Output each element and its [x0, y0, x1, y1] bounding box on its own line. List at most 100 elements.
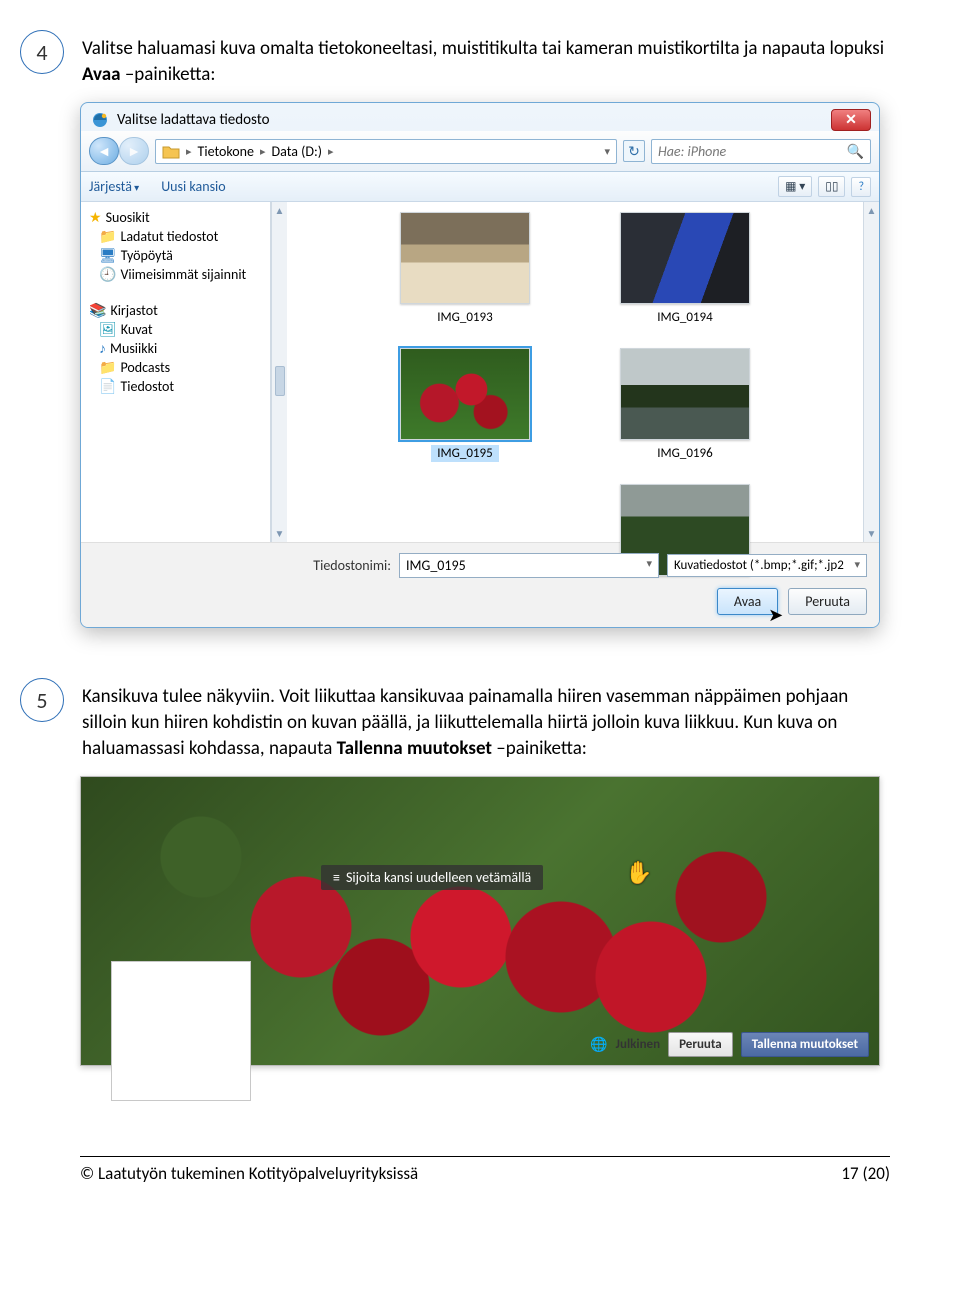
scroll-thumb[interactable] [275, 366, 285, 396]
ie-icon [91, 111, 109, 129]
desktop-icon: 🖥 [99, 247, 117, 264]
drag-icon: ≡ [333, 869, 338, 886]
step4-bold: Avaa [82, 63, 121, 86]
thumb-image [620, 348, 750, 440]
tree-label: Musiikki [110, 340, 157, 357]
step-number-4: 4 [20, 30, 64, 74]
search-icon: 🔍 [847, 143, 864, 160]
tree-desktop[interactable]: 🖥Työpöytä [99, 246, 266, 265]
tree-scrollbar[interactable]: ▲ ▼ [271, 202, 287, 542]
thumb-image [620, 212, 750, 304]
library-icon: 📚 [89, 302, 106, 319]
view-mode-button[interactable]: ▦ ▾ [778, 176, 812, 197]
scroll-down-icon[interactable]: ▼ [275, 527, 285, 540]
breadcrumb[interactable]: ▸ Tietokone ▸ Data (D:) ▸ ▾ [155, 139, 617, 164]
folder-icon: 📁 [99, 359, 116, 376]
step4-text: Valitse haluamasi kuva omalta tietokonee… [82, 30, 890, 87]
tree-files[interactable]: 📄Tiedostot [99, 377, 266, 396]
document-icon: 📄 [99, 378, 116, 395]
step-number-5: 5 [20, 678, 64, 722]
open-button-label: Avaa [734, 593, 761, 610]
folder-icon: 📁 [99, 228, 116, 245]
tree-label: Ladatut tiedostot [120, 228, 218, 245]
filename-label: Tiedostonimi: [313, 557, 391, 574]
chevron-down-icon[interactable]: ▾ [646, 557, 652, 574]
tree-libraries[interactable]: 📚Kirjastot [89, 301, 266, 320]
nav-forward-button[interactable]: ► [119, 137, 149, 165]
tree-label: Tiedostot [120, 378, 174, 395]
folder-icon [162, 144, 180, 159]
chevron-right-icon: ▸ [186, 145, 192, 158]
pictures-icon: 🖼 [99, 321, 117, 338]
cover-preview[interactable]: ≡ Sijoita kansi uudelleen vetämällä ✋ 🌐 … [80, 776, 880, 1066]
cover-save-button[interactable]: Tallenna muutokset [741, 1032, 869, 1057]
main-scrollbar[interactable]: ▲ ▼ [863, 202, 879, 542]
scroll-down-icon[interactable]: ▼ [867, 527, 877, 540]
preview-pane-button[interactable]: ▯▯ [818, 176, 845, 197]
cancel-button[interactable]: Peruuta [788, 588, 867, 615]
filetype-select[interactable]: Kuvatiedostot (*.bmp;*.gif;*.jp2 ▾ [667, 554, 867, 577]
recent-icon: 🕘 [99, 266, 116, 283]
file-thumb-selected[interactable]: IMG_0195 [375, 348, 555, 478]
breadcrumb-dropdown-icon[interactable]: ▾ [604, 145, 610, 158]
filename-value: IMG_0195 [406, 557, 466, 574]
close-button[interactable]: ✕ [831, 109, 871, 131]
file-open-dialog: Valitse ladattava tiedosto ✕ ◄ ► ▸ Tieto… [80, 102, 880, 628]
thumb-image [400, 212, 530, 304]
search-input[interactable]: Hae: iPhone 🔍 [651, 139, 871, 164]
step4-post: –painiketta: [121, 63, 216, 86]
step4-pre: Valitse haluamasi kuva omalta tietokonee… [82, 37, 884, 60]
file-thumb[interactable]: IMG_0194 [595, 212, 775, 342]
breadcrumb-seg2[interactable]: Data (D:) [272, 143, 322, 160]
music-icon: ♪ [99, 340, 106, 357]
dialog-navbar: ◄ ► ▸ Tietokone ▸ Data (D:) ▸ ▾ ↻ Hae: i… [81, 131, 879, 172]
step5-text: Kansikuva tulee näkyviin. Voit liikuttaa… [82, 678, 890, 761]
tree-label: Työpöytä [121, 247, 173, 264]
thumb-caption: IMG_0196 [651, 445, 718, 462]
tree-music[interactable]: ♪Musiikki [99, 339, 266, 358]
thumbnail-grid: IMG_0193 IMG_0194 IMG_0195 IMG_0196 [287, 202, 863, 542]
chevron-right-icon: ▸ [328, 145, 334, 158]
page-footer: © Laatutyön tukeminen Kotityöpalveluyrit… [80, 1156, 890, 1184]
hand-cursor-icon: ✋ [625, 859, 652, 886]
tree-pictures[interactable]: 🖼Kuvat [99, 320, 266, 339]
help-button[interactable]: ? [851, 177, 871, 197]
overlay-text: Sijoita kansi uudelleen vetämällä [346, 869, 531, 886]
filetype-value: Kuvatiedostot (*.bmp;*.gif;*.jp2 [674, 558, 844, 573]
tree-favorites[interactable]: ★Suosikit [89, 208, 266, 227]
organize-menu[interactable]: Järjestä [89, 178, 139, 195]
profile-picture-slot[interactable] [111, 961, 251, 1101]
privacy-label: Julkinen [616, 1037, 660, 1052]
folder-tree: ★Suosikit 📁Ladatut tiedostot 🖥Työpöytä 🕘… [81, 202, 271, 542]
star-icon: ★ [89, 209, 102, 226]
tree-label: Suosikit [106, 209, 150, 226]
dialog-toolbar: Järjestä Uusi kansio ▦ ▾ ▯▯ ? [81, 172, 879, 202]
reposition-overlay: ≡ Sijoita kansi uudelleen vetämällä [321, 865, 543, 890]
filename-input[interactable]: IMG_0195 ▾ [399, 553, 659, 578]
footer-right: 17 (20) [841, 1163, 890, 1184]
open-button[interactable]: Avaa ➤ [717, 588, 778, 615]
thumb-caption: IMG_0195 [431, 445, 498, 462]
thumb-caption: IMG_0194 [651, 309, 718, 326]
tree-label: Kuvat [121, 321, 153, 338]
thumb-image [400, 348, 530, 440]
file-thumb[interactable]: IMG_0196 [595, 348, 775, 478]
scroll-up-icon[interactable]: ▲ [867, 204, 877, 217]
tree-downloads[interactable]: 📁Ladatut tiedostot [99, 227, 266, 246]
new-folder-button[interactable]: Uusi kansio [161, 178, 225, 195]
tree-recent[interactable]: 🕘Viimeisimmät sijainnit [99, 265, 266, 284]
chevron-down-icon[interactable]: ▾ [854, 558, 860, 573]
footer-left: © Laatutyön tukeminen Kotityöpalveluyrit… [80, 1163, 418, 1184]
thumb-caption: IMG_0193 [431, 309, 498, 326]
refresh-button[interactable]: ↻ [623, 140, 645, 162]
tree-label: Podcasts [120, 359, 170, 376]
tree-podcasts[interactable]: 📁Podcasts [99, 358, 266, 377]
cover-cancel-button[interactable]: Peruuta [668, 1032, 733, 1057]
breadcrumb-seg1[interactable]: Tietokone [198, 143, 254, 160]
nav-back-button[interactable]: ◄ [89, 137, 119, 165]
cursor-icon: ➤ [768, 604, 783, 626]
dialog-titlebar: Valitse ladattava tiedosto ✕ [81, 103, 879, 131]
file-thumb[interactable]: IMG_0193 [375, 212, 555, 342]
chevron-right-icon: ▸ [260, 145, 266, 158]
scroll-up-icon[interactable]: ▲ [275, 204, 285, 217]
